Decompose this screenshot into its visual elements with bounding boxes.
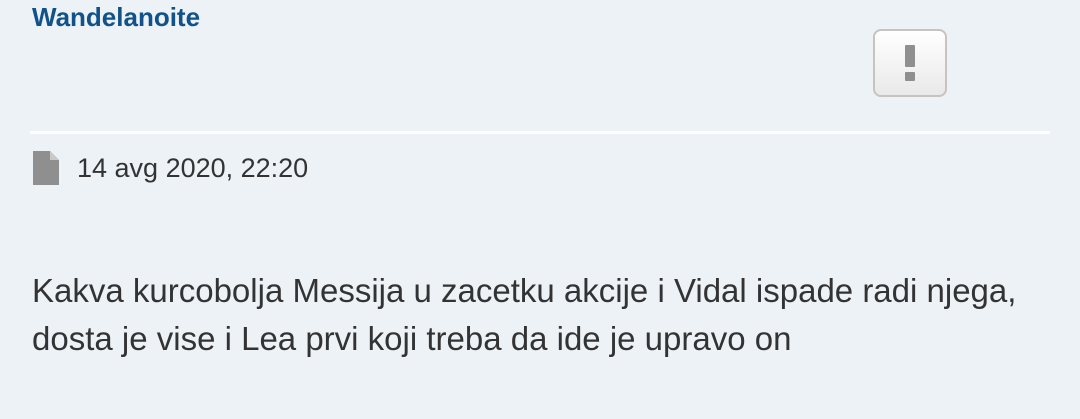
author-username-link[interactable]: Wandelanoite xyxy=(32,0,200,34)
post-content: Kakva kurcobolja Messija u zacetku akcij… xyxy=(32,272,1017,357)
exclamation-icon xyxy=(905,45,915,81)
post-meta: 14 avg 2020, 22:20 xyxy=(33,151,308,185)
report-post-button[interactable] xyxy=(873,29,947,97)
post-divider xyxy=(30,131,1050,134)
post-date: 14 avg 2020, 22:20 xyxy=(77,153,309,183)
document-icon[interactable] xyxy=(33,151,59,185)
